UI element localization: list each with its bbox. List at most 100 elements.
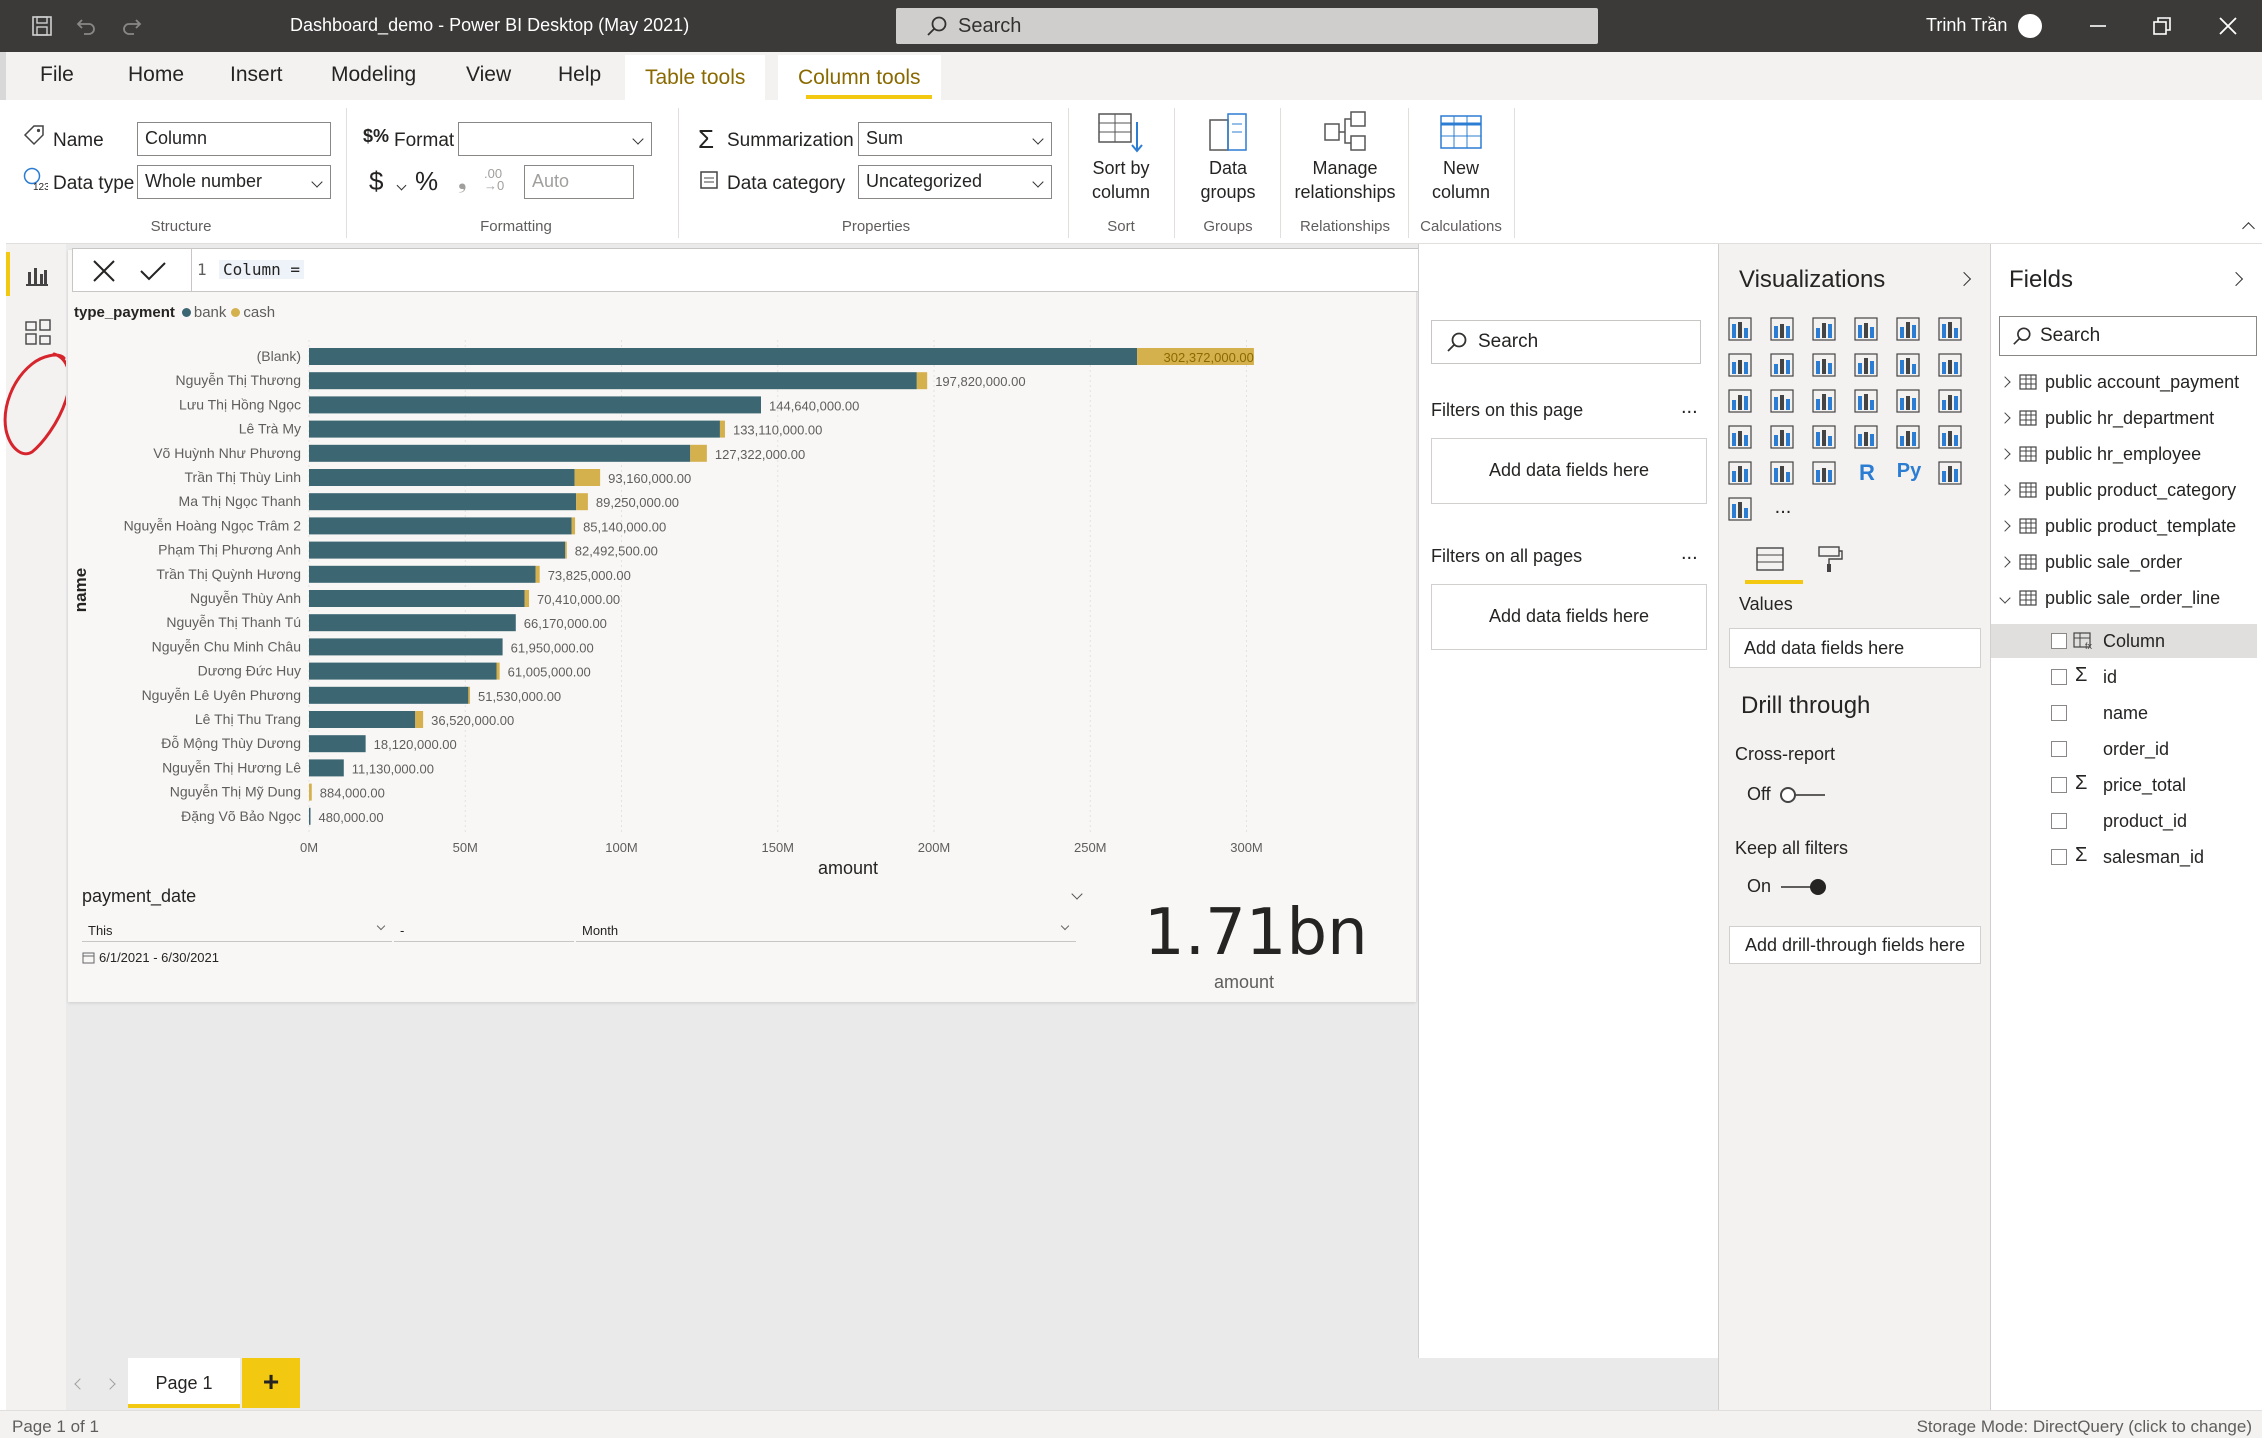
gauge-icon[interactable] xyxy=(1811,424,1839,452)
comma-button[interactable]: ❟ xyxy=(458,168,467,194)
percent-button[interactable]: % xyxy=(415,166,438,197)
area-icon[interactable] xyxy=(1769,352,1797,380)
page-tab-1[interactable]: Page 1 xyxy=(128,1358,240,1408)
bar-bank[interactable] xyxy=(309,444,691,462)
matrix-icon[interactable] xyxy=(1811,460,1839,488)
new-column-button[interactable]: New column xyxy=(1416,110,1506,204)
card-icon[interactable] xyxy=(1853,424,1881,452)
bar-bank[interactable] xyxy=(309,348,1138,365)
bar-bank[interactable] xyxy=(309,565,536,583)
formula-editor[interactable]: Column = xyxy=(219,260,305,279)
field-column[interactable]: Σid xyxy=(1991,660,2257,694)
bar-bank[interactable] xyxy=(309,469,575,486)
field-column[interactable]: product_id xyxy=(1991,804,2257,838)
filters-this-page-dropzone[interactable]: Add data fields here xyxy=(1431,438,1707,504)
drill-through-dropzone[interactable]: Add drill-through fields here xyxy=(1729,926,1981,964)
bar-cash[interactable] xyxy=(576,493,588,511)
restore-icon[interactable] xyxy=(2150,14,2174,38)
line-column-icon[interactable] xyxy=(1853,352,1881,380)
redo-icon[interactable] xyxy=(120,14,144,38)
prev-page-icon[interactable] xyxy=(74,1378,86,1390)
bar-bank[interactable] xyxy=(309,590,525,607)
field-table[interactable]: public sale_order xyxy=(1999,552,2182,582)
bar-cash[interactable] xyxy=(690,444,707,462)
chevron-down-icon[interactable] xyxy=(396,180,407,191)
close-icon[interactable] xyxy=(2216,14,2240,38)
map-icon[interactable] xyxy=(1727,424,1755,452)
chevron-right-icon[interactable] xyxy=(1999,484,2011,496)
filled-map-icon[interactable] xyxy=(1769,424,1797,452)
field-checkbox[interactable] xyxy=(2051,777,2067,793)
format-paint-icon[interactable] xyxy=(1815,544,1845,574)
datatype-select[interactable]: Whole number xyxy=(137,165,331,199)
chevron-down-icon[interactable] xyxy=(1999,592,2011,604)
line-icon[interactable] xyxy=(1727,352,1755,380)
field-checkbox[interactable] xyxy=(2051,633,2067,649)
slicer-collapse-icon[interactable] xyxy=(1071,888,1083,900)
field-column[interactable]: order_id xyxy=(1991,732,2257,766)
avatar[interactable] xyxy=(2018,14,2042,38)
field-column[interactable]: name xyxy=(1991,696,2257,730)
field-table[interactable]: public hr_employee xyxy=(1999,444,2201,474)
undo-icon[interactable] xyxy=(74,14,98,38)
stacked-bar-icon[interactable] xyxy=(1727,316,1755,344)
100-bar-icon[interactable] xyxy=(1895,316,1923,344)
scatter-icon[interactable] xyxy=(1811,388,1839,416)
field-checkbox[interactable] xyxy=(2051,813,2067,829)
bar-bank[interactable] xyxy=(309,396,761,414)
field-checkbox[interactable] xyxy=(2051,849,2067,865)
commit-formula-icon[interactable] xyxy=(139,258,167,284)
bar-cash[interactable] xyxy=(468,686,471,704)
field-column[interactable]: fx Column xyxy=(1991,624,2257,658)
storage-mode[interactable]: Storage Mode: DirectQuery (click to chan… xyxy=(1917,1417,2252,1437)
filters-all-pages-dropzone[interactable]: Add data fields here xyxy=(1431,584,1707,650)
bar-cash[interactable] xyxy=(719,420,725,438)
kpi-icon[interactable] xyxy=(1937,424,1965,452)
more-options-icon[interactable]: ... xyxy=(1681,542,1698,565)
tab-table-tools[interactable]: Table tools xyxy=(625,55,766,100)
bar-bank[interactable] xyxy=(309,807,311,825)
ribbon-icon[interactable] xyxy=(1937,352,1965,380)
bar-bank[interactable] xyxy=(309,372,917,390)
search-box[interactable]: Search xyxy=(896,8,1598,44)
bar-cash[interactable] xyxy=(574,469,601,486)
slicer-count-input[interactable]: - xyxy=(394,918,574,942)
chevron-right-icon[interactable] xyxy=(1999,520,2011,532)
manage-relationships-button[interactable]: Manage relationships xyxy=(1286,110,1404,204)
next-page-icon[interactable] xyxy=(104,1378,116,1390)
save-icon[interactable] xyxy=(30,14,54,38)
field-checkbox[interactable] xyxy=(2051,669,2067,685)
field-column[interactable]: Σsalesman_id xyxy=(1991,840,2257,874)
pie-icon[interactable] xyxy=(1853,388,1881,416)
minimize-icon[interactable] xyxy=(2086,14,2110,38)
bar-cash[interactable] xyxy=(309,783,312,801)
chevron-right-icon[interactable] xyxy=(1999,412,2011,424)
bar-bank[interactable] xyxy=(309,686,469,704)
sort-by-column-button[interactable]: Sort by column xyxy=(1076,110,1166,204)
report-view-icon[interactable] xyxy=(24,262,50,288)
slicer-icon[interactable] xyxy=(1727,460,1755,488)
field-table[interactable]: public sale_order_line xyxy=(1999,588,2220,618)
tab-help[interactable]: Help xyxy=(558,63,601,87)
field-checkbox[interactable] xyxy=(2051,705,2067,721)
multirow-card-icon[interactable] xyxy=(1895,424,1923,452)
chevron-right-icon[interactable] xyxy=(1999,448,2011,460)
bar-bank[interactable] xyxy=(309,493,577,511)
bar-cash[interactable] xyxy=(496,662,500,680)
tab-column-tools[interactable]: Column tools xyxy=(778,55,941,100)
cancel-formula-icon[interactable] xyxy=(91,258,117,284)
chevron-right-icon[interactable] xyxy=(1999,556,2011,568)
bar-chart[interactable]: 0M 50M 100M 150M 200M 250M 300M amount name (Blan… xyxy=(68,250,1416,880)
bar-cash[interactable] xyxy=(535,565,540,583)
tab-insert[interactable]: Insert xyxy=(230,63,283,87)
decomposition-tree-icon[interactable] xyxy=(1937,460,1965,488)
field-table[interactable]: public account_payment xyxy=(1999,372,2239,402)
chevron-right-icon[interactable] xyxy=(2228,271,2244,287)
bar-cash[interactable] xyxy=(524,590,530,607)
bar-bank[interactable] xyxy=(309,638,503,656)
bar-cash[interactable] xyxy=(565,541,567,559)
qa-icon[interactable] xyxy=(1727,496,1755,524)
field-table[interactable]: public product_category xyxy=(1999,480,2236,510)
stacked-column-icon[interactable] xyxy=(1769,316,1797,344)
field-checkbox[interactable] xyxy=(2051,741,2067,757)
